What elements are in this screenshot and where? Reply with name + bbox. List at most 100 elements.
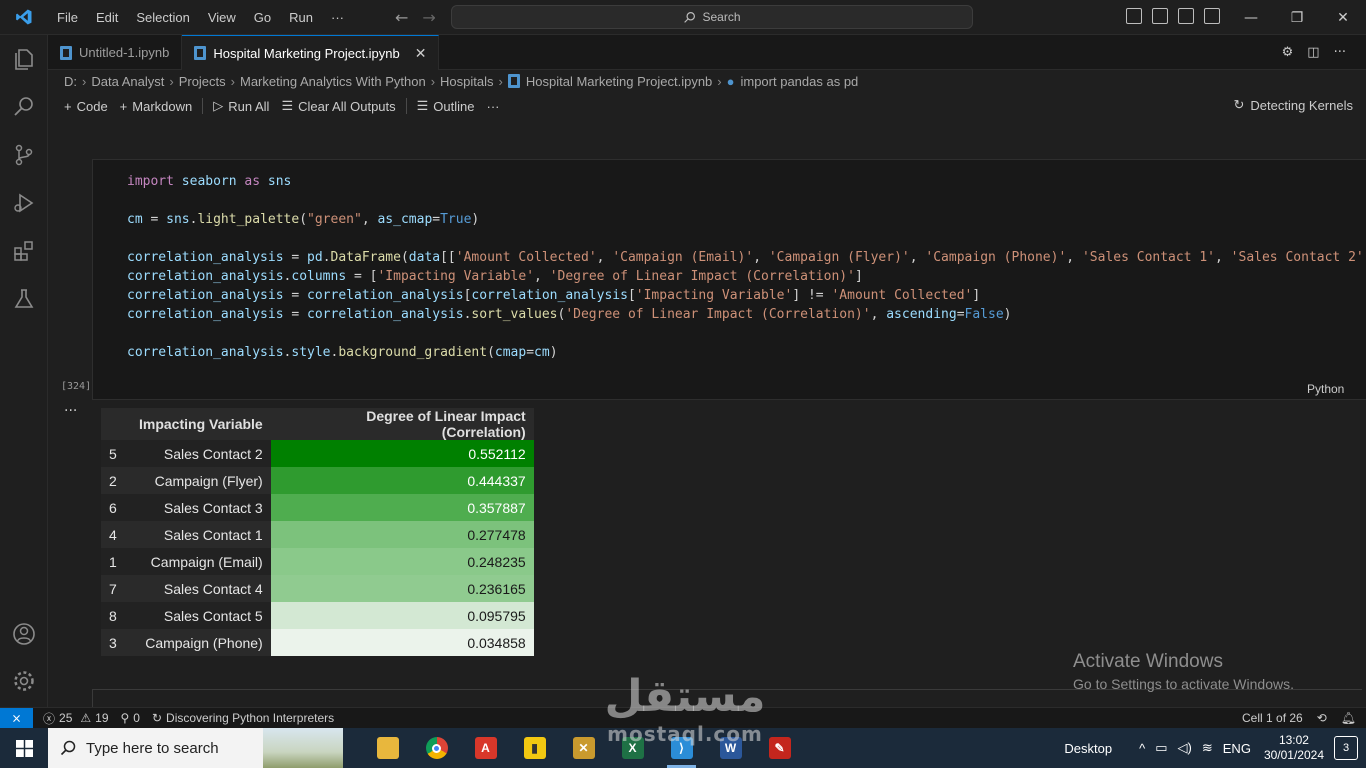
breadcrumb-item[interactable]: D: <box>64 74 77 89</box>
add-markdown-cell-button[interactable]: + Markdown <box>114 99 199 114</box>
notebook-editor: import seaborn as sns cm = sns.light_pal… <box>48 120 1366 707</box>
correlation-value-cell: 0.357887 <box>270 494 534 521</box>
toggle-secondary-sidebar-icon[interactable] <box>1178 8 1194 24</box>
feedback-icon[interactable]: ⟲ <box>1317 711 1327 725</box>
more-actions-icon[interactable]: ··· <box>1334 45 1346 60</box>
pdf-icon: ✎ <box>768 737 791 759</box>
table-row: 2 Campaign (Flyer) 0.444337 <box>101 467 534 494</box>
file-explorer-app[interactable] <box>363 728 412 768</box>
chevron-right-icon: › <box>498 73 503 89</box>
extensions-icon[interactable] <box>12 239 36 263</box>
close-tab-icon[interactable]: ✕ <box>415 45 427 62</box>
menu-go[interactable]: Go <box>245 10 280 25</box>
table-header-row: Impacting Variable Degree of Linear Impa… <box>101 408 534 440</box>
search-icon <box>60 740 76 756</box>
ports-indicator[interactable]: ⚲ 0 <box>115 711 146 725</box>
clock-date: 30/01/2024 <box>1263 748 1324 762</box>
breadcrumb-item[interactable]: Hospital Marketing Project.ipynb <box>526 74 712 89</box>
input-language[interactable]: ENG <box>1223 741 1251 756</box>
toggle-panel-icon[interactable] <box>1152 8 1168 24</box>
python-interpreter-status[interactable]: ↻ Discovering Python Interpreters <box>146 711 340 725</box>
tab-hospital-marketing-project[interactable]: Hospital Marketing Project.ipynb ✕ <box>182 35 440 70</box>
testing-flask-icon[interactable] <box>12 287 36 311</box>
table-row: 5 Sales Contact 2 0.552112 <box>101 440 534 467</box>
toggle-primary-sidebar-icon[interactable] <box>1126 8 1142 24</box>
output-actions-button[interactable]: ··· <box>64 403 77 419</box>
cell-language-indicator[interactable]: Python <box>1307 382 1344 396</box>
search-icon[interactable] <box>12 95 36 119</box>
back-arrow-icon[interactable]: ← <box>395 8 408 27</box>
wifi-icon[interactable]: ≋ <box>1202 740 1213 756</box>
forward-arrow-icon[interactable]: → <box>422 8 435 27</box>
menu-edit[interactable]: Edit <box>87 10 127 25</box>
vscode-app[interactable]: ⟩ <box>657 728 706 768</box>
close-window-icon[interactable]: ✕ <box>1320 0 1366 35</box>
word-app[interactable]: W <box>706 728 755 768</box>
breadcrumb-item[interactable]: import pandas as pd <box>740 74 858 89</box>
editor-actions: ⚙ ◫ ··· <box>1282 45 1346 60</box>
customize-layout-icon[interactable] <box>1204 8 1220 24</box>
kernel-picker[interactable]: ↻ Detecting Kernels <box>1233 97 1353 113</box>
menu-view[interactable]: View <box>199 10 245 25</box>
run-and-debug-icon[interactable] <box>12 191 36 215</box>
column-header: Degree of Linear Impact (Correlation) <box>270 408 534 440</box>
breadcrumb-item[interactable]: Projects <box>179 74 226 89</box>
add-code-cell-button[interactable]: + Code <box>58 99 114 114</box>
toolbar-divider <box>202 98 204 114</box>
activity-bar <box>0 35 48 707</box>
breadcrumb-item[interactable]: Data Analyst <box>91 74 164 89</box>
menu-selection[interactable]: Selection <box>127 10 198 25</box>
toolbar-more-button[interactable]: ··· <box>481 99 506 114</box>
volume-icon[interactable]: ◁) <box>1178 740 1192 756</box>
execution-count: [324] <box>61 381 92 392</box>
correlation-value-cell: 0.034858 <box>270 629 534 656</box>
notebook-settings-gear-icon[interactable]: ⚙ <box>1282 45 1294 60</box>
notifications-bell-icon[interactable]: 🔔︎ <box>1341 711 1356 725</box>
row-index: 4 <box>101 521 131 548</box>
notebook-file-icon <box>194 46 207 60</box>
minimize-icon[interactable]: — <box>1228 0 1274 35</box>
row-index: 3 <box>101 629 131 656</box>
windows-start-icon[interactable] <box>0 728 48 768</box>
account-icon[interactable] <box>12 622 36 646</box>
source-control-icon[interactable] <box>12 143 36 167</box>
impacting-variable-cell: Sales Contact 5 <box>131 602 271 629</box>
split-editor-icon[interactable]: ◫ <box>1307 45 1319 60</box>
taskbar-clock[interactable]: 13:02 30/01/2024 <box>1264 733 1324 763</box>
tools-app[interactable]: ✕ <box>559 728 608 768</box>
menu-file[interactable]: File <box>48 10 87 25</box>
action-center-notifications-icon[interactable]: 3 <box>1334 736 1358 760</box>
breadcrumb-item[interactable]: Marketing Analytics With Python <box>240 74 426 89</box>
clear-all-outputs-button[interactable]: ☰ Clear All Outputs <box>275 98 401 114</box>
desktop-toolbar[interactable]: Desktop <box>1064 741 1112 756</box>
acrobat-app[interactable]: A <box>461 728 510 768</box>
chrome-app[interactable] <box>412 728 461 768</box>
remote-indicator-icon[interactable]: ⨯ <box>0 707 33 729</box>
pdf-app[interactable]: ✎ <box>755 728 804 768</box>
menu-run[interactable]: Run <box>280 10 322 25</box>
impacting-variable-cell: Campaign (Phone) <box>131 629 271 656</box>
taskbar-search-box[interactable]: Type here to search <box>48 728 343 768</box>
breadcrumb-item[interactable]: Hospitals <box>440 74 493 89</box>
correlation-value-cell: 0.236165 <box>270 575 534 602</box>
show-hidden-icons-chevron-icon[interactable]: ^ <box>1139 741 1145 756</box>
outline-button[interactable]: ☰ Outline <box>411 98 481 114</box>
menu-more[interactable]: ··· <box>322 10 353 25</box>
battery-icon[interactable]: ▭ <box>1155 740 1167 756</box>
tab-untitled-1[interactable]: Untitled-1.ipynb <box>48 35 183 70</box>
explorer-icon[interactable] <box>12 47 36 71</box>
restore-icon[interactable]: ❐ <box>1274 0 1320 35</box>
command-center-search[interactable]: Search <box>451 5 973 29</box>
list-icon: ☰ <box>416 98 429 113</box>
problems-indicator[interactable]: ⓧ 25 ⚠ 19 <box>37 710 115 727</box>
cell-position[interactable]: Cell 1 of 26 <box>1242 711 1303 725</box>
run-all-button[interactable]: ▷ Run All <box>207 98 275 114</box>
excel-app[interactable]: X <box>608 728 657 768</box>
breadcrumb: D: › Data Analyst › Projects › Marketing An… <box>48 70 1366 92</box>
settings-gear-icon[interactable] <box>12 669 36 693</box>
power-bi-app[interactable]: ▮ <box>510 728 559 768</box>
code-cell[interactable]: import seaborn as sns cm = sns.light_pal… <box>92 159 1366 400</box>
correlation-value-cell: 0.248235 <box>270 548 534 575</box>
code-editor[interactable]: import seaborn as sns cm = sns.light_pal… <box>127 172 1366 362</box>
chevron-right-icon: › <box>230 73 235 89</box>
